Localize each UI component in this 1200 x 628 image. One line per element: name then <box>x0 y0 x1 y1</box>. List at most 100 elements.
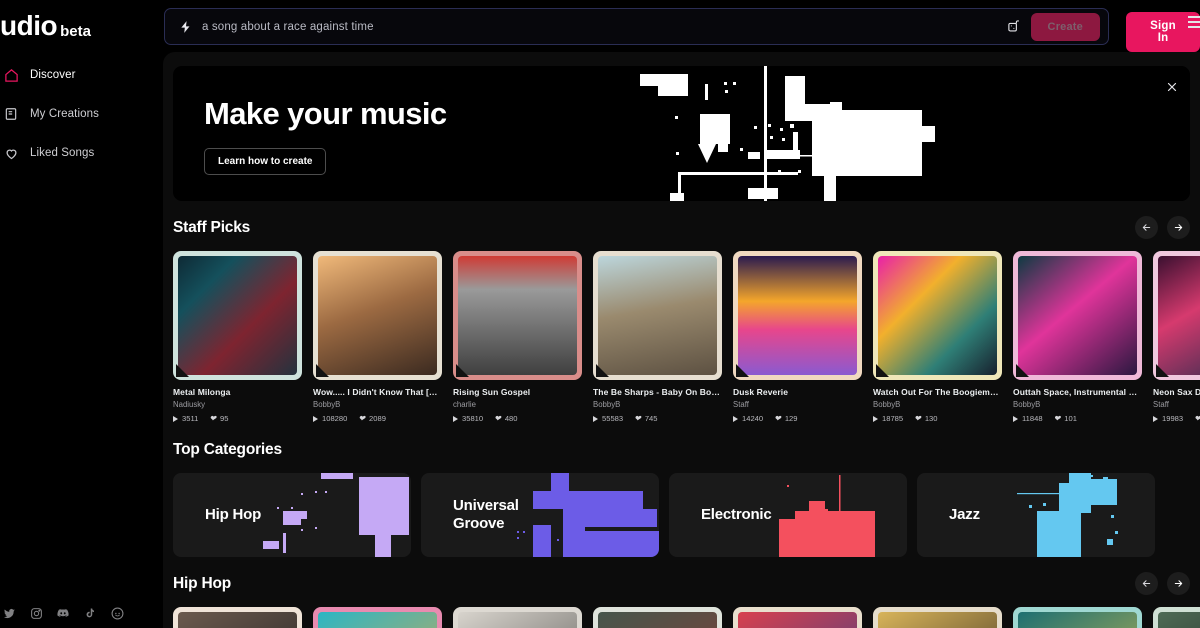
album-art[interactable] <box>593 251 722 380</box>
play-count: 19983 <box>1153 414 1183 423</box>
heart-icon <box>3 145 19 161</box>
tiktok-icon[interactable] <box>83 606 97 620</box>
song-title: Neon Sax D <box>1153 387 1200 397</box>
arrow-left-icon[interactable] <box>1135 216 1158 239</box>
category-card-universal-groove[interactable]: Universal Groove <box>421 473 659 557</box>
song-artist: Nadiusky <box>173 400 206 409</box>
song-card[interactable] <box>1153 607 1200 628</box>
arrow-right-icon[interactable] <box>1167 216 1190 239</box>
song-card[interactable]: The Be Sharps - Baby On Board,... BobbyB 5… <box>593 251 722 423</box>
sidebar-item-my-creations-label: My Creations <box>30 108 99 120</box>
album-art[interactable] <box>733 251 862 380</box>
album-art[interactable] <box>173 607 302 628</box>
sidebar-item-discover-label: Discover <box>30 69 76 81</box>
card-corner-fold <box>736 364 749 377</box>
reddit-icon[interactable] <box>110 606 124 620</box>
arrow-right-icon[interactable] <box>1167 572 1190 595</box>
instagram-icon[interactable] <box>29 606 43 620</box>
sidebar-nav: Discover My Creations Liked Songs <box>0 62 163 179</box>
song-card[interactable]: Metal Milonga Nadiusky 3511 ❤ 95 <box>173 251 302 423</box>
category-card-electronic[interactable]: Electronic <box>669 473 907 557</box>
album-art[interactable] <box>313 251 442 380</box>
banner-title: Make your music <box>204 96 447 131</box>
section-staff-picks: Staff Picks Metal Milonga Nadiusky 3511 … <box>163 216 1200 423</box>
song-card[interactable] <box>453 607 582 628</box>
song-card[interactable] <box>173 607 302 628</box>
song-artist: BobbyB <box>313 400 341 409</box>
album-art[interactable] <box>873 251 1002 380</box>
album-art[interactable] <box>1013 251 1142 380</box>
banner-text-block: Make your music Learn how to create <box>204 98 447 175</box>
arrow-left-icon[interactable] <box>1135 572 1158 595</box>
heart-icon: ❤ <box>774 413 781 423</box>
song-card[interactable]: Dusk Reverie Staff 14240 ❤ 129 <box>733 251 862 423</box>
play-count: 108280 <box>313 414 347 423</box>
song-card[interactable]: Outtah Space, Instrumental Hip... BobbyB 1… <box>1013 251 1142 423</box>
play-icon <box>873 415 878 422</box>
app-logo[interactable]: udio beta <box>0 12 91 40</box>
close-icon[interactable] <box>1162 77 1182 97</box>
sidebar-item-liked-songs[interactable]: Liked Songs <box>0 140 163 166</box>
album-art[interactable] <box>1153 607 1200 628</box>
hip-hop-row <box>173 607 1200 628</box>
song-stats: 55583 ❤ 745 <box>593 414 722 423</box>
like-count: ❤ 2089 <box>358 413 386 423</box>
song-card[interactable] <box>733 607 862 628</box>
song-card[interactable] <box>1013 607 1142 628</box>
song-card[interactable] <box>873 607 1002 628</box>
song-artist: Staff <box>1153 400 1169 409</box>
play-count: 35810 <box>453 414 483 423</box>
category-artwork <box>759 473 907 557</box>
learn-how-to-create-button[interactable]: Learn how to create <box>204 148 327 175</box>
category-card-jazz[interactable]: Jazz <box>917 473 1155 557</box>
song-card[interactable] <box>593 607 722 628</box>
category-label: Electronic <box>701 505 772 523</box>
album-art[interactable] <box>873 607 1002 628</box>
card-corner-fold <box>876 364 889 377</box>
lightning-bolt-icon <box>179 19 193 35</box>
song-card[interactable]: Rising Sun Gospel charlie 35810 ❤ 480 <box>453 251 582 423</box>
song-title: Rising Sun Gospel <box>453 387 531 397</box>
prompt-bar[interactable]: a song about a race against time Create <box>164 8 1109 45</box>
song-title: Dusk Reverie <box>733 387 789 397</box>
staff-picks-row: Metal Milonga Nadiusky 3511 ❤ 95 Wow..... I D… <box>173 251 1200 423</box>
sidebar-item-discover[interactable]: Discover <box>0 62 163 88</box>
category-artwork <box>263 473 411 557</box>
discord-icon[interactable] <box>56 606 70 620</box>
album-art[interactable] <box>453 251 582 380</box>
album-art[interactable] <box>733 607 862 628</box>
song-artist: BobbyB <box>873 400 901 409</box>
sidebar-item-my-creations[interactable]: My Creations <box>0 101 163 127</box>
play-icon <box>453 415 458 422</box>
play-icon <box>313 415 318 422</box>
content-panel: Make your music Learn how to create Staf… <box>163 52 1200 628</box>
category-label: Jazz <box>949 505 980 523</box>
banner-artwork <box>630 66 1190 201</box>
play-icon <box>593 415 598 422</box>
dice-icon[interactable] <box>1003 15 1027 39</box>
hamburger-menu-icon[interactable] <box>1188 14 1200 30</box>
udio-app: udio beta Discover My Creations Liked So… <box>0 0 1200 628</box>
song-card[interactable]: Watch Out For The Boogieman, ... BobbyB 18… <box>873 251 1002 423</box>
album-art[interactable] <box>1013 607 1142 628</box>
prompt-input[interactable]: a song about a race against time <box>202 21 1003 33</box>
like-count: ❤ 101 <box>1053 413 1077 423</box>
logo-text: udio <box>0 10 58 41</box>
album-art[interactable] <box>313 607 442 628</box>
create-button[interactable]: Create <box>1030 12 1100 41</box>
song-artist: charlie <box>453 400 476 409</box>
section-title-staff-picks: Staff Picks <box>173 219 251 236</box>
song-card[interactable]: Wow..... I Didn't Know That [Full... Bobb… <box>313 251 442 423</box>
like-count: ❤ 480 <box>494 413 518 423</box>
section-hip-hop: Hip Hop <box>163 572 1200 628</box>
song-card[interactable] <box>313 607 442 628</box>
like-count: ❤ 95 <box>209 413 229 423</box>
twitter-icon[interactable] <box>2 606 16 620</box>
album-art[interactable] <box>453 607 582 628</box>
category-card-hip-hop[interactable]: Hip Hop <box>173 473 411 557</box>
album-art[interactable] <box>593 607 722 628</box>
song-card[interactable]: Neon Sax D Staff 19983 ❤ <box>1153 251 1200 423</box>
album-art[interactable] <box>173 251 302 380</box>
album-art[interactable] <box>1153 251 1200 380</box>
category-artwork <box>511 473 659 557</box>
